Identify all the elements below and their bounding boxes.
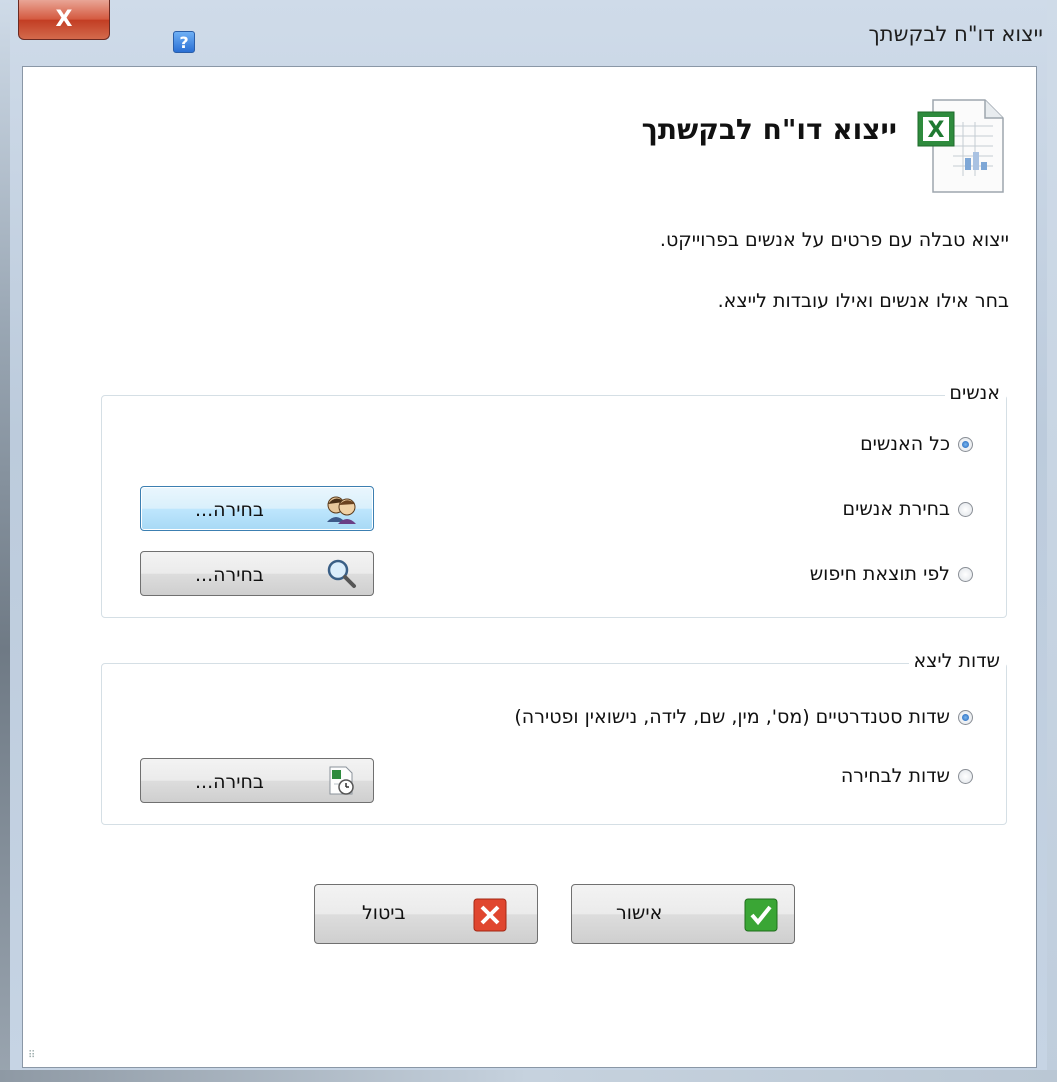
dialog-heading: ייצוא דו"ח לבקשתך (641, 113, 897, 146)
title-bar: X ? ייצוא דו"ח לבקשתך (0, 0, 1057, 66)
radio-standard-fields-label: שדות סטנדרטיים (מס', מין, שם, לידה, נישו… (514, 706, 950, 728)
description-line-1: ייצוא טבלה עם פרטים על אנשים בפרוייקט. (659, 229, 1009, 251)
help-button[interactable]: ? (173, 31, 195, 53)
radio-by-search-label: לפי תוצאת חיפוש (809, 563, 950, 585)
select-people-button[interactable]: בחירה... (140, 486, 374, 531)
people-icon (327, 496, 356, 524)
radio-all-people-button[interactable] (958, 436, 973, 452)
close-icon: X (55, 7, 73, 32)
description-line-2: בחר אילו אנשים ואילו עובדות לייצא. (717, 290, 1009, 312)
magnifier-icon (327, 559, 356, 588)
search-select-button[interactable]: בחירה... (140, 551, 374, 596)
radio-custom-fields-button[interactable] (958, 768, 973, 784)
fields-clock-icon (329, 766, 354, 795)
cancel-button-label: ביטול (362, 902, 406, 924)
radio-custom-fields-label: שדות לבחירה (840, 765, 950, 787)
checkmark-icon (744, 898, 778, 932)
resize-grip[interactable]: ⠿ (28, 1050, 36, 1061)
svg-text:X: X (928, 118, 945, 143)
cancel-button[interactable]: ביטול (314, 884, 538, 944)
fields-select-button-label: בחירה... (195, 771, 264, 793)
radio-select-people[interactable]: בחירת אנשים (842, 498, 973, 520)
close-button[interactable]: X (18, 0, 110, 40)
ok-button-label: אישור (616, 902, 663, 924)
select-people-button-label: בחירה... (195, 499, 264, 521)
help-icon: ? (179, 32, 189, 52)
radio-by-search[interactable]: לפי תוצאת חיפוש (810, 563, 973, 585)
window-border-left (0, 0, 10, 1082)
people-group-title: אנשים (945, 382, 1006, 404)
radio-standard-fields-button[interactable] (958, 709, 973, 725)
window-border-bottom (0, 1070, 1057, 1082)
radio-all-people[interactable]: כל האנשים (860, 433, 973, 455)
red-x-icon (473, 898, 507, 932)
window-title: ייצוא דו"ח לבקשתך (868, 22, 1043, 46)
fields-select-button[interactable]: בחירה... (140, 758, 374, 803)
radio-select-people-button[interactable] (958, 501, 973, 517)
fields-group-title: שדות ליצא (909, 650, 1006, 672)
radio-custom-fields[interactable]: שדות לבחירה (841, 765, 973, 787)
window-border-right (1047, 0, 1057, 1082)
ok-button[interactable]: אישור (571, 884, 795, 944)
radio-select-people-label: בחירת אנשים (842, 498, 950, 520)
radio-all-people-label: כל האנשים (860, 433, 950, 455)
search-select-button-label: בחירה... (195, 564, 264, 586)
radio-by-search-button[interactable] (958, 566, 973, 582)
excel-file-icon: X (917, 99, 1004, 193)
radio-standard-fields[interactable]: שדות סטנדרטיים (מס', מין, שם, לידה, נישו… (514, 706, 973, 728)
